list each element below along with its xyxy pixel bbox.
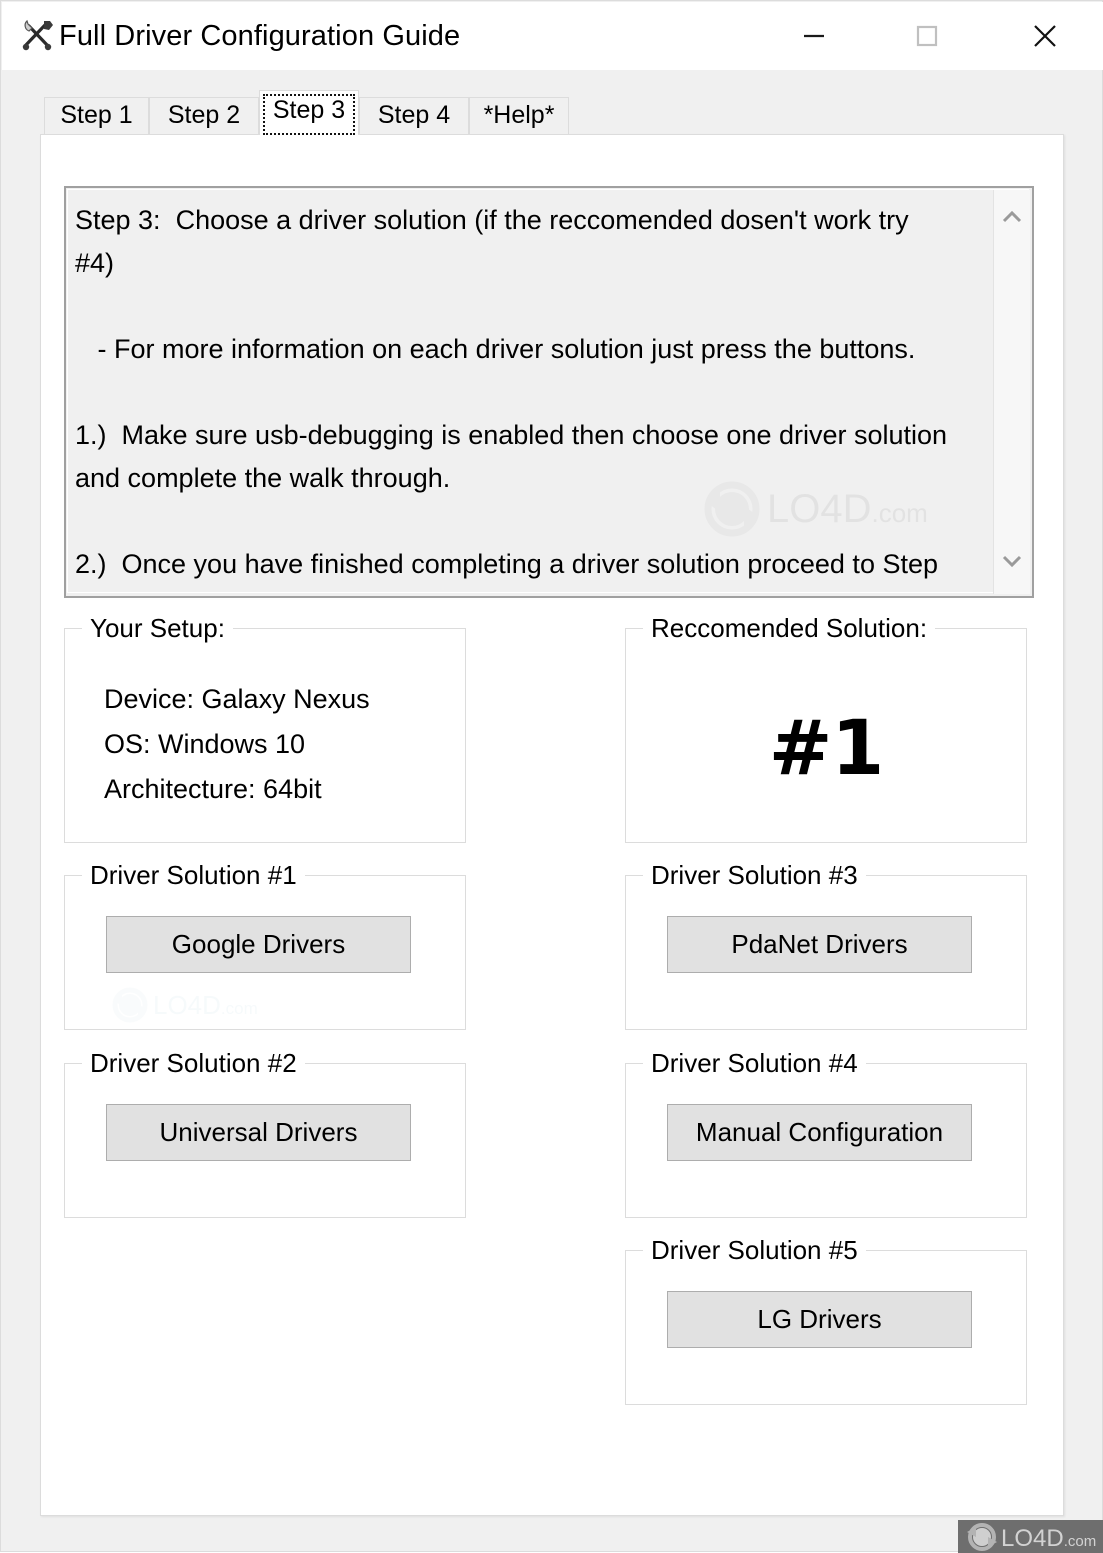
tab-step-3[interactable]: Step 3: [259, 90, 359, 135]
tab-step-1[interactable]: Step 1: [44, 97, 149, 134]
maximize-button[interactable]: [888, 3, 965, 69]
tab-label: *Help*: [483, 101, 555, 129]
recommended-solution-value: #1: [768, 703, 885, 792]
universal-drivers-button[interactable]: Universal Drivers: [106, 1104, 411, 1161]
driver-solution-1-group: Driver Solution #1 Google Drivers: [64, 859, 466, 1030]
driver-solution-2-title: Driver Solution #2: [82, 1047, 305, 1079]
setup-architecture: Architecture: 64bit: [104, 774, 322, 804]
svg-text:LO4D.com: LO4D.com: [1001, 1525, 1096, 1552]
driver-solution-2-group: Driver Solution #2 Universal Drivers: [64, 1047, 466, 1218]
scroll-down-button[interactable]: [994, 546, 1030, 582]
tab-step-2[interactable]: Step 2: [149, 97, 259, 134]
pdanet-drivers-button[interactable]: PdaNet Drivers: [667, 916, 972, 973]
lo4d-logo-icon: LO4D.com: [967, 1523, 1096, 1552]
your-setup-title: Your Setup:: [82, 612, 233, 644]
recommended-solution-group: Reccomended Solution: #1: [625, 612, 1027, 843]
tab-help[interactable]: *Help*: [469, 97, 569, 134]
minimize-button[interactable]: [775, 3, 852, 69]
recommended-solution-title: Reccomended Solution:: [643, 612, 936, 644]
lo4d-badge: LO4D.com: [958, 1520, 1103, 1553]
setup-device: Device: Galaxy Nexus: [104, 684, 370, 714]
tools-icon: [18, 16, 56, 54]
setup-os: OS: Windows 10: [104, 729, 306, 759]
title-bar: Full Driver Configuration Guide: [2, 2, 1103, 70]
driver-solution-4-group: Driver Solution #4 Manual Configuration: [625, 1047, 1027, 1218]
driver-solution-5-group: Driver Solution #5 LG Drivers: [625, 1234, 1027, 1405]
tab-label: Step 4: [377, 101, 451, 129]
tab-step-4[interactable]: Step 4: [359, 97, 469, 134]
tab-label: Step 3: [272, 96, 346, 124]
driver-solution-1-title: Driver Solution #1: [82, 859, 305, 891]
tab-strip: Step 1 Step 2 Step 3 Step 4 *Help*: [44, 90, 1062, 135]
driver-solution-5-title: Driver Solution #5: [643, 1234, 866, 1266]
driver-solution-3-title: Driver Solution #3: [643, 859, 866, 891]
instructions-textbox-inner: Step 3: Choose a driver solution (if the…: [67, 189, 1029, 593]
driver-solution-3-group: Driver Solution #3 PdaNet Drivers: [625, 859, 1027, 1030]
driver-solution-4-title: Driver Solution #4: [643, 1047, 866, 1079]
application-window: Full Driver Configuration Guide Step 1 S…: [0, 0, 1103, 1553]
maximize-icon: [916, 25, 937, 47]
your-setup-group: Your Setup: Device: Galaxy Nexus OS: Win…: [64, 612, 466, 843]
instructions-textbox[interactable]: Step 3: Choose a driver solution (if the…: [64, 186, 1034, 598]
manual-configuration-button[interactable]: Manual Configuration: [667, 1104, 972, 1161]
minimize-icon: [803, 34, 824, 38]
chevron-down-icon: [1002, 555, 1022, 568]
close-icon: [1033, 25, 1056, 47]
tab-label: Step 2: [167, 101, 241, 129]
google-drivers-button[interactable]: Google Drivers: [106, 916, 411, 973]
close-button[interactable]: [1006, 3, 1083, 69]
instructions-text: Step 3: Choose a driver solution (if the…: [75, 205, 948, 579]
tab-label: Step 1: [60, 101, 133, 129]
chevron-up-icon: [1002, 210, 1022, 223]
window-title: Full Driver Configuration Guide: [59, 20, 461, 52]
lg-drivers-button[interactable]: LG Drivers: [667, 1291, 972, 1348]
scroll-up-button[interactable]: [994, 202, 1030, 238]
instructions-scrollbar[interactable]: [993, 190, 1030, 594]
